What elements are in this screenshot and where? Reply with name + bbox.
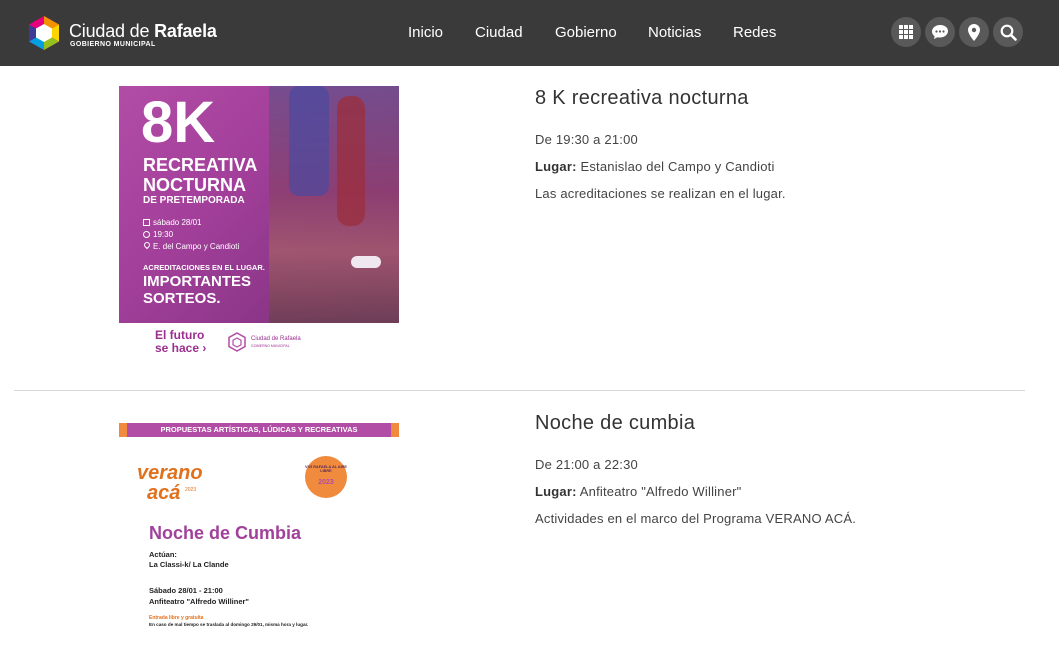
nav-inicio[interactable]: Inicio	[408, 24, 443, 41]
aire-libre-badge	[305, 456, 347, 498]
poster-banner: PROPUESTAS ARTÍSTICAS, LÚDICAS Y RECREAT…	[160, 425, 358, 434]
nav-ciudad[interactable]: Ciudad	[475, 24, 523, 41]
poster-heading: Noche de Cumbia	[149, 523, 302, 543]
clock-icon	[143, 231, 150, 238]
brand-logo[interactable]: Ciudad de Rafaela GOBIERNO MUNICIPAL	[26, 14, 226, 52]
poster-accreditation: ACREDITACIONES EN EL LUGAR.	[143, 263, 265, 272]
search-icon	[1000, 24, 1017, 41]
nav-redes[interactable]: Redes	[733, 24, 776, 41]
poster-line-2: NOCTURNA	[143, 175, 246, 195]
event-place: Lugar: Anfiteatro "Alfredo Williner"	[535, 484, 742, 499]
nav-noticias[interactable]: Noticias	[648, 24, 701, 41]
top-navigation-bar: Ciudad de Rafaela GOBIERNO MUNICIPAL Ini…	[0, 0, 1059, 66]
nav-gobierno[interactable]: Gobierno	[555, 24, 617, 41]
runner-shoe-shape	[351, 256, 381, 268]
badge-text: VIVÍ RAFAELA AL AIRE LIBRE	[305, 465, 347, 474]
event-image-cumbia[interactable]: PROPUESTAS ARTÍSTICAS, LÚDICAS Y RECREAT…	[119, 423, 399, 645]
poster-acts: La Classi-k/ La Clande	[149, 560, 229, 569]
poster-time: 19:30	[153, 230, 174, 239]
event-place: Lugar: Estanislao del Campo y Candioti	[535, 159, 775, 174]
poster-8k-heading: 8K	[141, 90, 216, 155]
grid-icon	[899, 25, 913, 39]
hexagon-logo-icon	[29, 16, 59, 50]
poster-where: Anfiteatro "Alfredo Williner"	[149, 597, 249, 606]
poster-line-1: RECREATIVA	[143, 155, 258, 175]
poster-rain: En caso de mal tiempo se traslada al dom…	[149, 622, 309, 627]
event-note: Las acreditaciones se realizan en el lug…	[535, 186, 786, 201]
event-title[interactable]: 8 K recreativa nocturna	[535, 87, 749, 110]
badge-year: 2023	[318, 479, 334, 486]
poster-prizes-1: IMPORTANTES	[143, 273, 252, 290]
poster-prizes-2: SORTEOS.	[143, 290, 221, 307]
poster-hexagon-icon	[228, 332, 246, 352]
verano-logo-year: 2023	[185, 487, 197, 493]
poster-date: sábado 28/01	[153, 218, 202, 227]
search-button[interactable]	[993, 17, 1023, 47]
poster-acts-label: Actúan:	[149, 550, 177, 559]
chat-icon	[932, 25, 948, 39]
poster-place: E. del Campo y Candioti	[153, 242, 240, 251]
event-divider	[14, 390, 1025, 391]
verano-logo-2: acá	[147, 482, 181, 504]
runner-leg-shape	[337, 96, 365, 226]
event-time: De 19:30 a 21:00	[535, 132, 638, 147]
poster-slogan-2: se hace ›	[155, 341, 207, 355]
brand-subtitle: GOBIERNO MUNICIPAL	[70, 41, 156, 48]
event-title[interactable]: Noche de cumbia	[535, 412, 695, 435]
runner-shorts-shape	[289, 86, 329, 196]
calendar-icon	[143, 219, 150, 226]
apps-button[interactable]	[891, 17, 921, 47]
chat-button[interactable]	[925, 17, 955, 47]
poster-line-3: DE PRETEMPORADA	[143, 195, 245, 206]
event-note: Actividades en el marco del Programa VER…	[535, 511, 857, 526]
poster-free: Entrada libre y gratuita	[149, 615, 204, 621]
poster-brand: Ciudad de Rafaela	[251, 336, 301, 342]
event-time: De 21:00 a 22:30	[535, 457, 638, 472]
poster-when: Sábado 28/01 - 21:00	[149, 586, 223, 595]
verano-logo-1: verano	[137, 462, 203, 484]
location-button[interactable]	[959, 17, 989, 47]
location-pin-icon	[968, 23, 980, 41]
poster-slogan-1: El futuro	[155, 328, 205, 342]
brand-name: Ciudad de Rafaela	[69, 21, 217, 41]
poster-brand-sub: GOBIERNO MUNICIPAL	[251, 344, 290, 348]
event-image-8k[interactable]: 8K RECREATIVA NOCTURNA DE PRETEMPORADA s…	[119, 86, 399, 364]
